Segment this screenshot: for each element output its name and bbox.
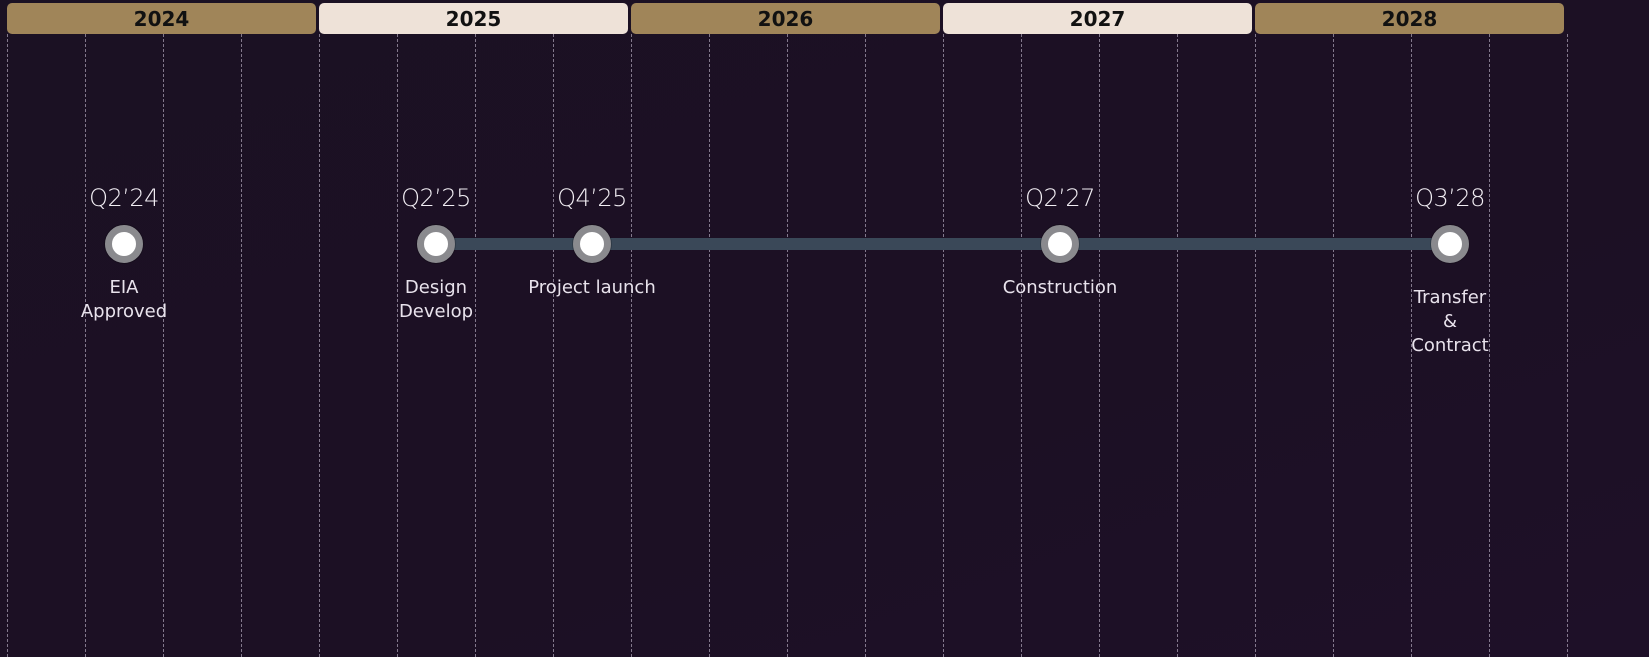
milestone-quarter-label: Q2’24	[89, 184, 159, 212]
quarter-grid-line	[1177, 34, 1178, 657]
year-header-2028: 2028	[1255, 3, 1564, 34]
year-header-2027: 2027	[943, 3, 1252, 34]
quarter-grid-line	[163, 34, 164, 657]
quarter-grid-line	[85, 34, 86, 657]
quarter-grid-line	[865, 34, 866, 657]
milestone-event-label: Project launch	[528, 277, 656, 298]
milestone-quarter-label: Q4’25	[557, 184, 627, 212]
milestone-node[interactable]	[573, 225, 611, 263]
quarter-grid-line	[1333, 34, 1334, 657]
milestone-quarter-label: Q2’27	[1025, 184, 1095, 212]
quarter-grid-line	[709, 34, 710, 657]
milestone-event-label: Transfer & Contract	[1411, 287, 1489, 356]
quarter-grid-line	[1099, 34, 1100, 657]
quarter-grid-line	[475, 34, 476, 657]
quarter-grid-line	[1255, 34, 1256, 657]
year-header-2025: 2025	[319, 3, 628, 34]
milestone-node[interactable]	[1041, 225, 1079, 263]
quarter-grid-line	[1021, 34, 1022, 657]
quarter-grid-line	[1567, 34, 1568, 657]
quarter-grid-line	[631, 34, 632, 657]
milestone-quarter-label: Q3’28	[1415, 184, 1485, 212]
year-header-2024: 2024	[7, 3, 316, 34]
timeline-canvas: 2024 2025 2026 2027 2028 Q2’24 EIA Approved Q2…	[0, 0, 1649, 657]
quarter-grid-line	[241, 34, 242, 657]
year-header-2026: 2026	[631, 3, 940, 34]
milestone-event-label: Construction	[1002, 277, 1118, 298]
milestone-event-label: EIA Approved	[80, 277, 168, 322]
quarter-grid-line	[553, 34, 554, 657]
quarter-grid-line	[319, 34, 320, 657]
quarter-grid-line	[397, 34, 398, 657]
quarter-grid-line	[7, 34, 8, 657]
milestone-node[interactable]	[417, 225, 455, 263]
milestone-node[interactable]	[105, 225, 143, 263]
quarter-grid-line	[787, 34, 788, 657]
milestone-node[interactable]	[1431, 225, 1469, 263]
quarter-grid-line	[943, 34, 944, 657]
